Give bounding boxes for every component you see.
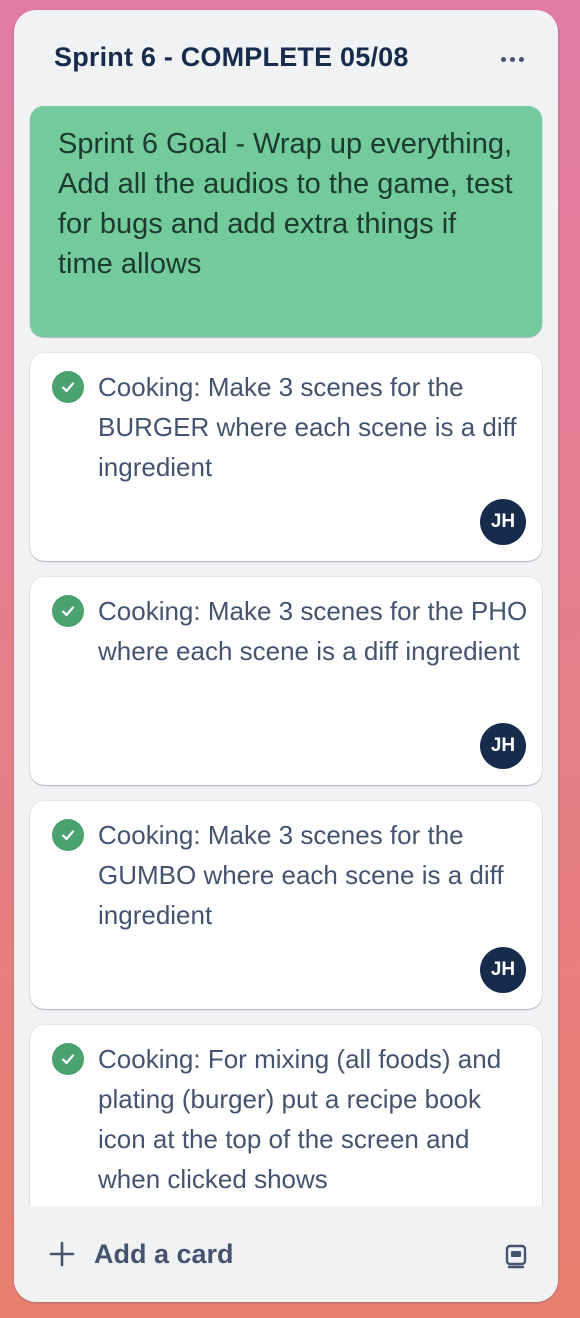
list-column: Sprint 6 - COMPLETE 05/08 Sprint 6 Goal … xyxy=(14,10,558,1302)
task-card[interactable]: Cooking: For mixing (all foods) and plat… xyxy=(30,1025,542,1206)
check-circle-icon[interactable] xyxy=(52,819,84,851)
check-circle-icon[interactable] xyxy=(52,371,84,403)
goal-card[interactable]: Sprint 6 Goal - Wrap up everything, Add … xyxy=(30,106,542,337)
task-card[interactable]: Cooking: Make 3 scenes for the PHO where… xyxy=(30,577,542,785)
check-circle-icon[interactable] xyxy=(52,1043,84,1075)
member-avatar[interactable]: JH xyxy=(480,499,526,545)
card-title: Cooking: Make 3 scenes for the BURGER wh… xyxy=(98,372,517,482)
card-title: Cooking: Make 3 scenes for the PHO where… xyxy=(98,596,528,666)
menu-dot xyxy=(500,56,506,62)
menu-dot xyxy=(518,56,524,62)
member-avatar[interactable]: JH xyxy=(480,723,526,769)
add-card-button[interactable]: Add a card xyxy=(36,1228,456,1280)
plus-icon xyxy=(36,1228,88,1280)
card-title: Cooking: For mixing (all foods) and plat… xyxy=(98,1044,502,1194)
menu-dot xyxy=(509,56,515,62)
more-horizontal-icon[interactable] xyxy=(490,42,534,76)
check-circle-icon[interactable] xyxy=(52,595,84,627)
member-avatar[interactable]: JH xyxy=(480,947,526,993)
card-list: Sprint 6 Goal - Wrap up everything, Add … xyxy=(14,106,558,1206)
list-header: Sprint 6 - COMPLETE 05/08 xyxy=(14,10,558,106)
card-title: Cooking: Make 3 scenes for the GUMBO whe… xyxy=(98,820,504,930)
add-card-label: Add a card xyxy=(94,1238,234,1269)
list-title[interactable]: Sprint 6 - COMPLETE 05/08 xyxy=(54,42,409,73)
card-title: Sprint 6 Goal - Wrap up everything, Add … xyxy=(58,128,513,280)
list-footer: Add a card xyxy=(14,1206,558,1302)
task-card[interactable]: Cooking: Make 3 scenes for the GUMBO whe… xyxy=(30,801,542,1009)
task-card[interactable]: Cooking: Make 3 scenes for the BURGER wh… xyxy=(30,353,542,561)
card-template-icon[interactable] xyxy=(496,1236,536,1276)
